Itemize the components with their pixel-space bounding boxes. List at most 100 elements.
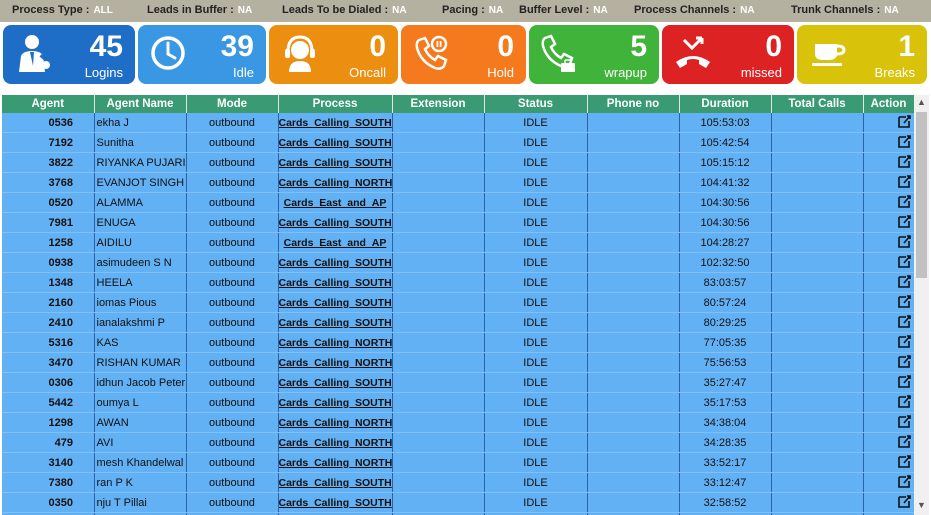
table-row[interactable]: 0520 ALAMMA outbound Cards_East_and_AP IDLE 1… [2, 192, 914, 213]
agent-id-link[interactable]: 3822 [2, 157, 73, 169]
agent-id-link[interactable]: 2160 [2, 297, 73, 309]
process-link[interactable]: Cards_Calling_SOUTH [278, 252, 393, 273]
edit-icon[interactable] [897, 274, 912, 292]
table-row[interactable]: 3822 RIYANKA PUJARI outbound Cards_Calling_… [2, 152, 914, 173]
agent-id-cell[interactable]: 0938 [2, 252, 95, 273]
agent-id-cell[interactable]: 1298 [2, 412, 95, 433]
column-header-duration[interactable]: Duration [679, 95, 772, 113]
edit-icon[interactable] [897, 454, 912, 472]
agent-id-link[interactable]: 0350 [2, 497, 73, 509]
agent-id-link[interactable]: 0520 [2, 197, 73, 209]
column-header-status[interactable]: Status [484, 95, 588, 113]
process-link[interactable]: Cards_Calling_SOUTH [278, 312, 393, 333]
agent-id-link[interactable]: 479 [2, 437, 73, 449]
table-row[interactable]: 3768 EVANJOT SINGH outbound Cards_Calling_N… [2, 172, 914, 193]
scroll-thumb[interactable] [916, 112, 927, 278]
agent-id-cell[interactable]: 479 [2, 432, 95, 453]
agent-id-link[interactable]: 7192 [2, 137, 73, 149]
edit-icon[interactable] [897, 194, 912, 212]
tile-hold[interactable]: 0 Hold [401, 25, 526, 84]
edit-icon[interactable] [897, 374, 912, 392]
agent-id-link[interactable]: 5442 [2, 397, 73, 409]
edit-icon[interactable] [897, 314, 912, 332]
table-row[interactable]: 7192 Sunitha outbound Cards_Calling_SOUTH ID… [2, 132, 914, 153]
edit-icon[interactable] [897, 174, 912, 192]
agent-id-cell[interactable]: 0350 [2, 492, 95, 513]
table-row[interactable]: 0536 ekha Joutbound Cards_Calling_SOUTH IDL… [2, 113, 914, 133]
column-header-mode[interactable]: Mode [186, 95, 279, 113]
agent-id-cell[interactable]: 3768 [2, 172, 95, 193]
column-header-action[interactable]: Action [863, 95, 914, 113]
edit-icon[interactable] [897, 114, 912, 132]
tile-wrapup[interactable]: 5 wrapup [529, 25, 659, 84]
edit-icon[interactable] [897, 494, 912, 512]
process-link[interactable]: Cards_Calling_SOUTH [278, 372, 393, 393]
tile-breaks[interactable]: 1 Breaks [797, 25, 927, 84]
column-header-extension[interactable]: Extension [392, 95, 485, 113]
vertical-scrollbar[interactable]: ▲ ▼ [914, 95, 929, 515]
tile-idle[interactable]: 39 Idle [138, 25, 266, 84]
process-link[interactable]: Cards_Calling_NORTH [278, 332, 393, 353]
process-link[interactable]: Cards_Calling_NORTH [278, 432, 393, 453]
edit-icon[interactable] [897, 154, 912, 172]
process-link[interactable]: Cards_Calling_SOUTH [278, 272, 393, 293]
table-row[interactable]: 0938 asimudeen S Noutbound Cards_Calling_S… [2, 252, 914, 273]
process-link[interactable]: Cards_Calling_NORTH [278, 172, 393, 193]
agent-id-cell[interactable]: 0306 [2, 372, 95, 393]
tile-logins[interactable]: 45 Logins [3, 25, 135, 84]
table-row[interactable]: 2410 ianalakshmi Poutbound Cards_Calling_S… [2, 312, 914, 333]
table-row[interactable]: 0306 idhun Jacob Peter outbound Cards_Calli… [2, 372, 914, 393]
column-header-agent-name[interactable]: Agent Name [94, 95, 187, 113]
agent-id-cell[interactable]: 1348 [2, 272, 95, 293]
agent-id-link[interactable]: 7380 [2, 477, 73, 489]
agent-id-cell[interactable]: 7380 [2, 472, 95, 493]
column-header-agent[interactable]: Agent [2, 95, 95, 113]
agent-id-cell[interactable]: 5316 [2, 332, 95, 353]
process-link[interactable]: Cards_Calling_SOUTH [278, 492, 393, 513]
agent-id-link[interactable]: 0306 [2, 377, 73, 389]
edit-icon[interactable] [897, 394, 912, 412]
scroll-down-arrow-icon[interactable]: ▼ [914, 498, 929, 513]
tile-missed[interactable]: 0 missed [662, 25, 794, 84]
agent-id-link[interactable]: 7981 [2, 217, 73, 229]
process-link[interactable]: Cards_East_and_AP [278, 192, 393, 213]
column-header-process[interactable]: Process [278, 95, 393, 113]
agent-id-cell[interactable]: 0520 [2, 192, 95, 213]
column-header-phone-no[interactable]: Phone no [587, 95, 680, 113]
agent-id-cell[interactable]: 0536 [2, 113, 95, 133]
table-row[interactable]: 7380 ran P Koutbound Cards_Calling_SOUTH ID… [2, 472, 914, 493]
table-row[interactable]: 1258 AIDILU outbound Cards_East_and_AP IDLE 1… [2, 232, 914, 253]
edit-icon[interactable] [897, 134, 912, 152]
table-row[interactable]: 0350 nju T Pillai outbound Cards_Calling_SO… [2, 492, 914, 513]
edit-icon[interactable] [897, 294, 912, 312]
table-row[interactable]: 1348 HEELA outbound Cards_Calling_SOUTH IDLE… [2, 272, 914, 293]
agent-id-link[interactable]: 0536 [2, 117, 73, 129]
process-link[interactable]: Cards_Calling_NORTH [278, 452, 393, 473]
agent-id-cell[interactable]: 3822 [2, 152, 95, 173]
process-link[interactable]: Cards_Calling_SOUTH [278, 292, 393, 313]
agent-id-link[interactable]: 1348 [2, 277, 73, 289]
process-link[interactable]: Cards_Calling_SOUTH [278, 113, 393, 133]
agent-id-cell[interactable]: 7981 [2, 212, 95, 233]
agent-id-link[interactable]: 3768 [2, 177, 73, 189]
table-row[interactable]: 3470 RISHAN KUMAR outbound Cards_Calling_NO… [2, 352, 914, 373]
agent-id-cell[interactable]: 3470 [2, 352, 95, 373]
agent-id-link[interactable]: 3470 [2, 357, 73, 369]
tile-oncall[interactable]: 0 Oncall [269, 25, 398, 84]
edit-icon[interactable] [897, 474, 912, 492]
edit-icon[interactable] [897, 414, 912, 432]
edit-icon[interactable] [897, 234, 912, 252]
process-link[interactable]: Cards_Calling_SOUTH [278, 152, 393, 173]
agent-id-link[interactable]: 2410 [2, 317, 73, 329]
agent-id-link[interactable]: 1298 [2, 417, 73, 429]
table-row[interactable]: 3140 mesh Khandelwal outbound Cards_Calling… [2, 452, 914, 473]
agent-id-cell[interactable]: 2160 [2, 292, 95, 313]
table-row[interactable]: 5442 oumya Loutbound Cards_Calling_SOUTH ID… [2, 392, 914, 413]
agent-id-cell[interactable]: 2410 [2, 312, 95, 333]
edit-icon[interactable] [897, 354, 912, 372]
process-link[interactable]: Cards_Calling_SOUTH [278, 212, 393, 233]
column-header-total-calls[interactable]: Total Calls [771, 95, 864, 113]
edit-icon[interactable] [897, 334, 912, 352]
table-row[interactable]: 5316 KAS outbound Cards_Calling_NORTH IDLE 77… [2, 332, 914, 353]
process-link[interactable]: Cards_Calling_SOUTH [278, 472, 393, 493]
